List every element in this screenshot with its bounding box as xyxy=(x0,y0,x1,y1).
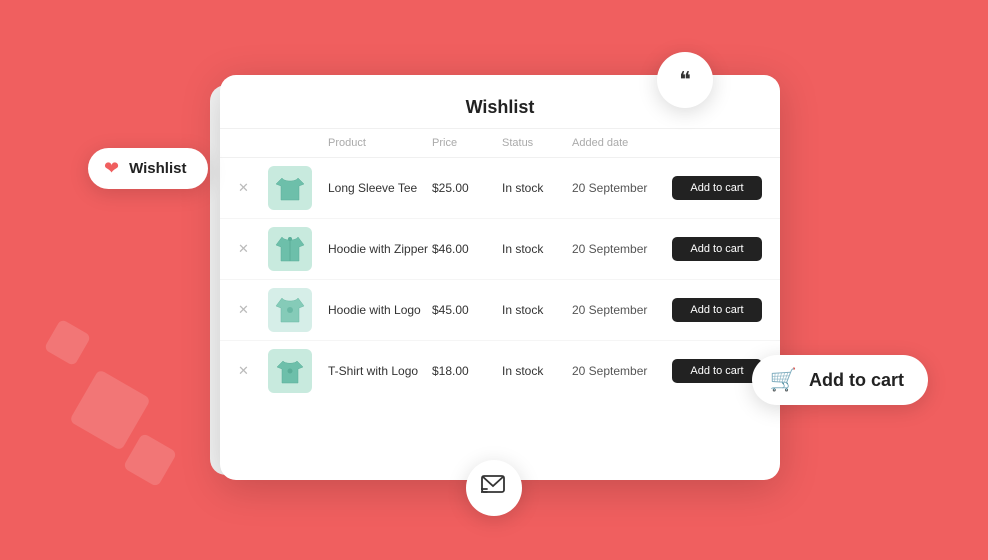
product-date-2: 20 September xyxy=(572,242,672,256)
product-status-2: In stock xyxy=(502,242,572,256)
remove-button-4[interactable]: ✕ xyxy=(238,363,268,379)
product-image-1 xyxy=(268,166,312,210)
col-status: Status xyxy=(502,137,572,149)
product-status-1: In stock xyxy=(502,181,572,195)
wishlist-badge-label: Wishlist xyxy=(129,160,186,177)
heart-icon: ❤ xyxy=(104,158,119,179)
product-name-4: T-Shirt with Logo xyxy=(328,364,432,378)
product-price-2: $46.00 xyxy=(432,242,502,256)
remove-button-1[interactable]: ✕ xyxy=(238,180,268,196)
wishlist-badge[interactable]: ❤ Wishlist xyxy=(88,148,208,189)
add-to-cart-button-1[interactable]: Add to cart xyxy=(672,176,762,200)
product-image-4 xyxy=(268,349,312,393)
product-price-1: $25.00 xyxy=(432,181,502,195)
email-icon xyxy=(481,475,507,501)
cart-icon: 🛒 xyxy=(770,367,797,393)
wishlist-card: Wishlist Product Price Status Added date… xyxy=(220,75,780,480)
add-to-cart-button-4[interactable]: Add to cart xyxy=(672,359,762,383)
product-date-3: 20 September xyxy=(572,303,672,317)
col-action xyxy=(672,137,762,149)
table-row: ✕ Hoodie with Logo $45.00 In stock 20 Se… xyxy=(220,280,780,341)
remove-button-2[interactable]: ✕ xyxy=(238,241,268,257)
col-product: Product xyxy=(328,137,432,149)
add-to-cart-button-3[interactable]: Add to cart xyxy=(672,298,762,322)
product-image-2 xyxy=(268,227,312,271)
product-name-1: Long Sleeve Tee xyxy=(328,181,432,195)
product-date-4: 20 September xyxy=(572,364,672,378)
product-name-3: Hoodie with Logo xyxy=(328,303,432,317)
col-price: Price xyxy=(432,137,502,149)
quote-bubble: ❝ xyxy=(657,52,713,108)
remove-button-3[interactable]: ✕ xyxy=(238,302,268,318)
product-price-4: $18.00 xyxy=(432,364,502,378)
add-to-cart-bubble-label: Add to cart xyxy=(809,370,904,391)
email-bubble xyxy=(466,460,522,516)
product-status-3: In stock xyxy=(502,303,572,317)
product-name-2: Hoodie with Zipper xyxy=(328,242,432,256)
deco-square-2 xyxy=(123,433,178,488)
table-row: ✕ Long Sleeve Tee $25.00 In stock 20 Sep… xyxy=(220,158,780,219)
table-row: ✕ T-Shirt with Logo $18.00 In stock 20 S… xyxy=(220,341,780,401)
product-status-4: In stock xyxy=(502,364,572,378)
table-row: ✕ Hoodie with Zipper $46.00 In stock 20 … xyxy=(220,219,780,280)
quote-icon: ❝ xyxy=(679,67,691,93)
product-date-1: 20 September xyxy=(572,181,672,195)
col-img xyxy=(268,137,328,149)
col-remove xyxy=(238,137,268,149)
table-header: Product Price Status Added date xyxy=(220,129,780,158)
deco-square-3 xyxy=(44,319,92,367)
product-price-3: $45.00 xyxy=(432,303,502,317)
col-date: Added date xyxy=(572,137,672,149)
add-to-cart-button-2[interactable]: Add to cart xyxy=(672,237,762,261)
add-to-cart-bubble[interactable]: 🛒 Add to cart xyxy=(752,355,928,405)
product-image-3 xyxy=(268,288,312,332)
